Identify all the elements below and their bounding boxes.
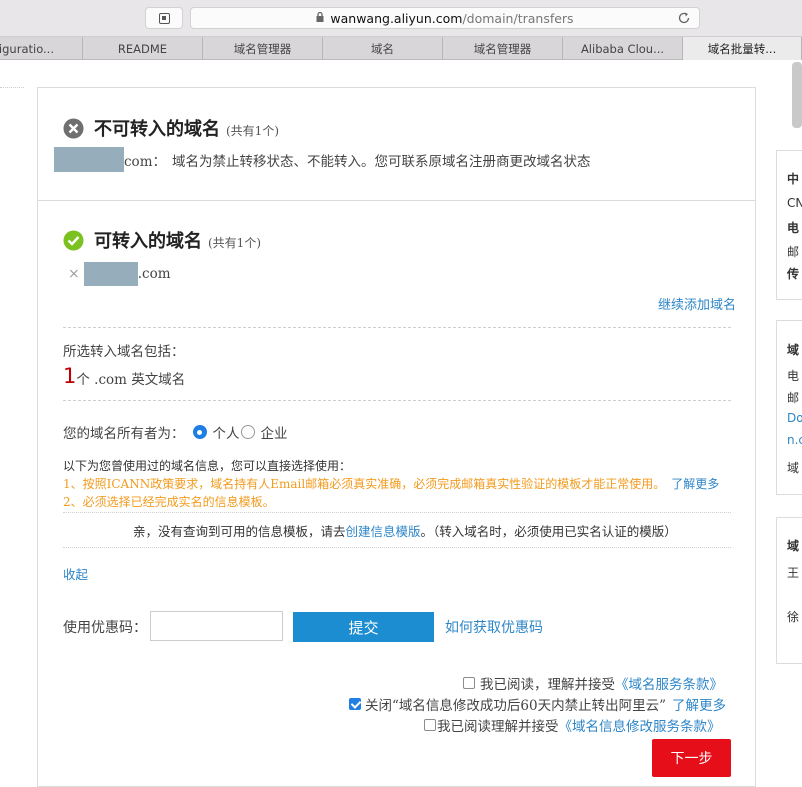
next-step-button[interactable]: 下一步 bbox=[652, 739, 731, 777]
lock-icon bbox=[316, 12, 324, 22]
close-transfer-lock-text: 关闭“域名信息修改成功后60天内禁止转出阿里云” bbox=[365, 698, 666, 714]
template-intro: 以下为您曾使用过的域名信息，您可以直接选择使用： bbox=[63, 459, 352, 473]
sidebar-toggle-button[interactable] bbox=[145, 7, 183, 29]
add-more-domains-link[interactable]: 继续添加域名 bbox=[658, 294, 736, 313]
owner-label: 您的域名所有者为： bbox=[63, 426, 185, 442]
right-card-text: 域 bbox=[787, 539, 800, 553]
right-card-text: 邮 bbox=[787, 245, 800, 259]
right-card-contact: 中 CN 电 邮 传 bbox=[776, 150, 802, 300]
included-desc: 个 .com 英文域名 bbox=[76, 372, 186, 388]
not-transferable-message: 域名为禁止转移状态、不能转入。您可联系原域名注册商更改域名状态 bbox=[172, 153, 591, 170]
info-change-terms-checkbox[interactable] bbox=[424, 719, 436, 731]
right-card-link[interactable]: Do bbox=[787, 411, 802, 425]
right-card-text: 王 bbox=[787, 566, 800, 580]
right-card-domain-holder: 域 王 徐 bbox=[776, 517, 802, 664]
submit-coupon-button[interactable]: 提交 bbox=[293, 612, 434, 642]
info-change-terms-link[interactable]: 《域名信息修改服务条款》 bbox=[559, 715, 721, 735]
browser-toolbar: wanwang.aliyun.com/domain/transfers bbox=[0, 0, 802, 37]
included-count: 1 bbox=[63, 364, 77, 388]
right-card-text: 域 bbox=[787, 343, 800, 357]
icann-learn-more-link[interactable]: 了解更多 bbox=[671, 475, 719, 492]
transferable-header: 可转入的域名 (共有1个) bbox=[63, 227, 261, 253]
right-card-text: 邮 bbox=[787, 391, 800, 405]
redacted-domain bbox=[83, 262, 138, 286]
how-to-get-coupon-link[interactable]: 如何获取优惠码 bbox=[445, 617, 543, 637]
error-icon bbox=[63, 118, 84, 138]
right-card-domain-info: 域 电 邮 Do n.c 域 bbox=[776, 320, 802, 495]
create-template-link[interactable]: 创建信息模版 bbox=[346, 521, 421, 540]
section-divider bbox=[38, 200, 755, 201]
owner-option-personal[interactable]: 个人 bbox=[192, 422, 240, 442]
transferable-domain-row: × .com bbox=[68, 262, 171, 286]
info-change-terms-text: 我已阅读理解并接受 bbox=[437, 719, 559, 735]
personal-label: 个人 bbox=[212, 426, 240, 442]
domain-terms-checkbox[interactable] bbox=[463, 677, 475, 689]
dashed-divider bbox=[63, 327, 731, 328]
collapse-link[interactable]: 收起 bbox=[63, 564, 88, 583]
url-host: wanwang.aliyun.com bbox=[330, 10, 463, 26]
tab-readme[interactable]: README bbox=[83, 37, 203, 60]
personal-radio[interactable] bbox=[192, 425, 207, 439]
right-card-text: 传 bbox=[787, 267, 800, 281]
domain-suffix: .com bbox=[137, 266, 171, 282]
transfer-panel: 不可转入的域名 (共有1个) com： 域名为禁止转移状态、不能转入。您可联系原… bbox=[37, 87, 756, 787]
tab-domain-manager[interactable]: 域名管理器 bbox=[203, 37, 323, 60]
tab-domain-batch-transfer[interactable]: 域名批量转... bbox=[683, 37, 802, 60]
url-path: /domain/transfers bbox=[462, 10, 574, 26]
address-bar[interactable]: wanwang.aliyun.com/domain/transfers bbox=[190, 7, 700, 29]
right-card-link[interactable]: n.c bbox=[787, 433, 802, 447]
redacted-domain bbox=[54, 147, 124, 172]
agreement-close-lock: 关闭“域名信息修改成功后60天内禁止转出阿里云” 了解更多 bbox=[349, 694, 726, 714]
owner-option-company[interactable]: 企业 bbox=[240, 422, 288, 442]
right-card-text: 域 bbox=[787, 461, 800, 475]
left-divider bbox=[0, 87, 24, 88]
right-card-text: 电 bbox=[787, 369, 800, 383]
scrollbar-thumb[interactable] bbox=[792, 62, 802, 128]
agreement-domain-terms: 我已阅读，理解并接受 《域名服务条款》 bbox=[463, 673, 723, 693]
sidebar-icon bbox=[158, 12, 170, 24]
dotted-divider bbox=[63, 512, 731, 513]
no-template-suffix: 。（转入域名时，必须使用已实名认证的模版） bbox=[420, 524, 677, 539]
no-template-message: 亲，没有查询到可用的信息模板，请去 创建信息模版 。（转入域名时，必须使用已实名认证… bbox=[133, 521, 677, 540]
transferable-count: (共有1个) bbox=[208, 235, 261, 250]
right-card-text: 中 bbox=[787, 172, 800, 186]
check-circle-icon bbox=[63, 230, 84, 250]
close-transfer-lock-learn-more-link[interactable]: 了解更多 bbox=[672, 694, 726, 714]
coupon-label: 使用优惠码： bbox=[63, 620, 147, 636]
company-radio[interactable] bbox=[240, 425, 255, 439]
realname-notice: 2、必须选择已经完成实名的信息模板。 bbox=[63, 495, 275, 509]
not-transferable-header: 不可转入的域名 (共有1个) bbox=[63, 115, 279, 141]
company-label: 企业 bbox=[260, 426, 288, 442]
tab-configuration[interactable]: Configuratio... bbox=[0, 37, 83, 60]
tab-domain-manager-2[interactable]: 域名管理器 bbox=[443, 37, 563, 60]
right-card-text: CN bbox=[787, 196, 802, 210]
close-transfer-lock-checkbox[interactable] bbox=[349, 698, 361, 710]
domain-suffix: com： bbox=[124, 153, 166, 170]
tab-bar: Configuratio... README 域名管理器 域名 域名管理器 Al… bbox=[0, 37, 802, 60]
not-transferable-row: com： 域名为禁止转移状态、不能转入。您可联系原域名注册商更改域名状态 bbox=[54, 147, 591, 172]
not-transferable-count: (共有1个) bbox=[226, 123, 279, 138]
included-summary: 1 个 .com 英文域名 bbox=[63, 364, 185, 388]
coupon-input[interactable] bbox=[150, 611, 283, 641]
agreement-info-change-terms: 我已阅读理解并接受 《域名信息修改服务条款》 bbox=[424, 715, 721, 735]
tab-domain[interactable]: 域名 bbox=[323, 37, 443, 60]
dotted-divider bbox=[63, 547, 731, 548]
transferable-title: 可转入的域名 bbox=[94, 231, 202, 252]
no-template-prefix: 亲，没有查询到可用的信息模板，请去 bbox=[133, 524, 346, 539]
not-transferable-title: 不可转入的域名 bbox=[94, 119, 220, 140]
tab-alibaba-cloud[interactable]: Alibaba Clou... bbox=[563, 37, 683, 60]
owner-row: 您的域名所有者为： 个人 企业 bbox=[63, 422, 288, 442]
right-card-text: 电 bbox=[787, 221, 800, 235]
right-card-text: 徐 bbox=[787, 610, 800, 624]
dashed-divider bbox=[63, 400, 731, 401]
domain-terms-link[interactable]: 《域名服务条款》 bbox=[615, 673, 723, 693]
domain-terms-text: 我已阅读，理解并接受 bbox=[480, 677, 615, 693]
reload-icon[interactable] bbox=[677, 11, 691, 25]
icann-notice-text: 1、按照ICANN政策要求，域名持有人Email邮箱必须真实准确，必须完成邮箱真… bbox=[63, 477, 666, 491]
included-label: 所选转入域名包括： bbox=[63, 344, 185, 360]
remove-domain-icon[interactable]: × bbox=[68, 266, 80, 282]
icann-notice: 1、按照ICANN政策要求，域名持有人Email邮箱必须真实准确，必须完成邮箱真… bbox=[63, 475, 719, 492]
